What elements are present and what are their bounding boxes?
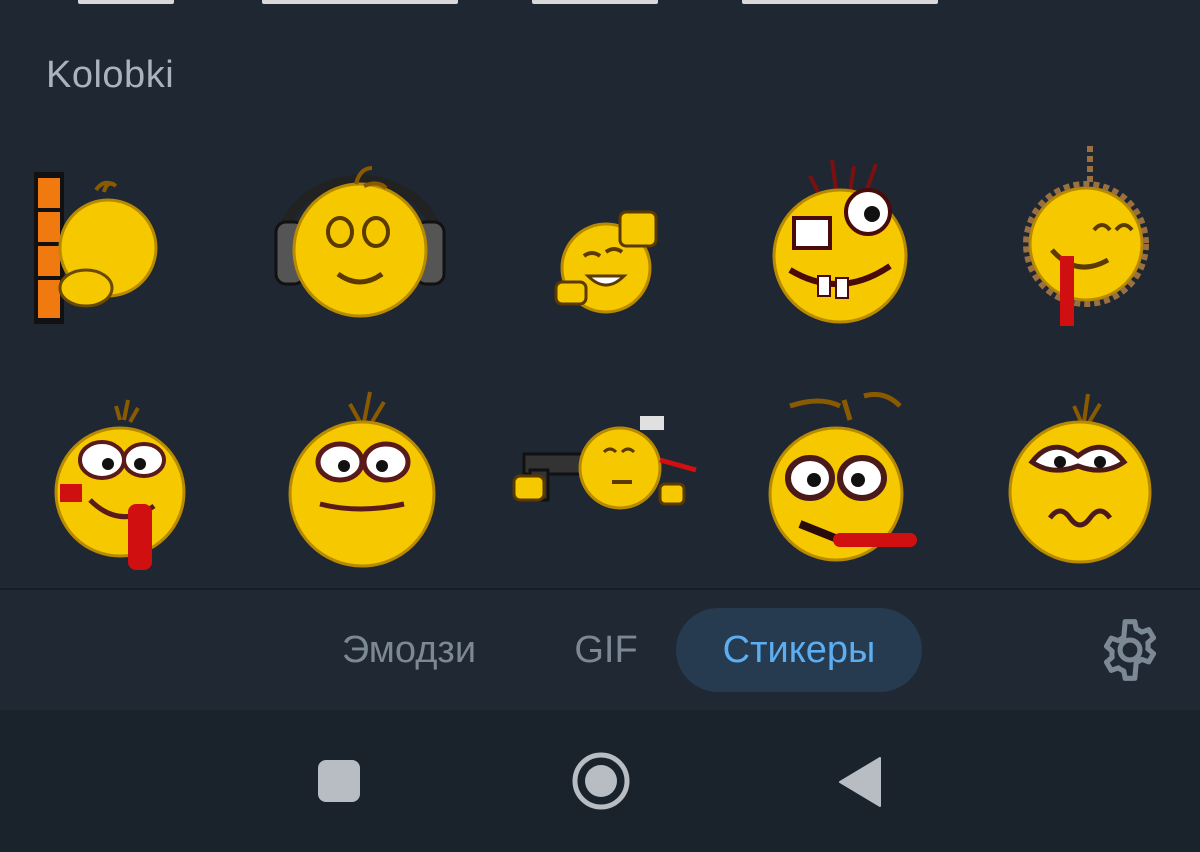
sticker-peek-behind-wall[interactable] — [0, 146, 200, 346]
system-navigation-bar — [0, 710, 1200, 852]
sticker-laughing-fist[interactable] — [500, 146, 700, 346]
sticker-crazy-glasses[interactable] — [740, 146, 940, 346]
gear-icon[interactable] — [1096, 616, 1164, 684]
sticker-hanging-noose[interactable] — [990, 146, 1190, 346]
sticker-panel: Kolobki — [0, 0, 1200, 588]
sticker-worried-squiggle[interactable] — [980, 380, 1180, 580]
sticker-gun-to-head[interactable] — [500, 380, 700, 580]
tab-emoji[interactable]: Эмодзи — [306, 608, 512, 692]
pack-title: Kolobki — [46, 54, 175, 96]
square-icon[interactable] — [316, 758, 362, 804]
bottom-tab-bar: Эмодзи GIF Стикеры — [0, 590, 1200, 710]
previous-pack-row-edge — [0, 0, 1200, 6]
sticker-tongue-out-red[interactable] — [20, 380, 220, 580]
triangle-back-icon[interactable] — [836, 754, 884, 810]
sticker-headphones[interactable] — [260, 146, 460, 346]
sticker-wide-eyes-grin[interactable] — [260, 380, 460, 580]
circle-icon[interactable] — [570, 750, 632, 812]
tab-gif[interactable]: GIF — [548, 608, 664, 692]
sticker-tongue-drool[interactable] — [740, 380, 940, 580]
tab-stickers[interactable]: Стикеры — [676, 608, 922, 692]
